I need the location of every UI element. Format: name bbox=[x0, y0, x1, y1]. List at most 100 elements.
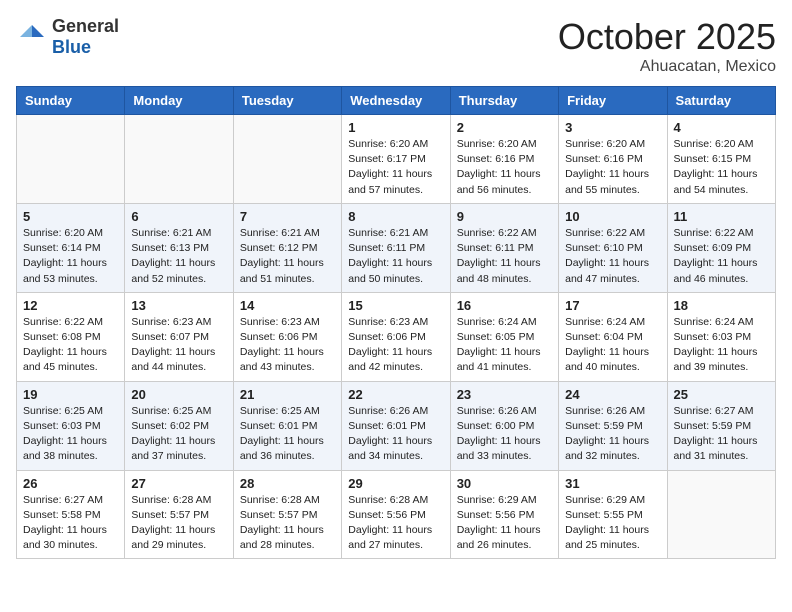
location-subtitle: Ahuacatan, Mexico bbox=[558, 58, 776, 76]
calendar-table: SundayMondayTuesdayWednesdayThursdayFrid… bbox=[16, 86, 776, 559]
day-number: 13 bbox=[131, 298, 226, 313]
calendar-day-cell bbox=[125, 115, 233, 204]
calendar-day-cell: 31Sunrise: 6:29 AMSunset: 5:55 PMDayligh… bbox=[559, 470, 667, 559]
day-number: 10 bbox=[565, 209, 660, 224]
calendar-day-cell: 8 Sunrise: 6:21 AMSunset: 6:11 PMDaylight… bbox=[342, 203, 450, 292]
col-header-friday: Friday bbox=[559, 87, 667, 115]
calendar-day-cell: 5Sunrise: 6:20 AMSunset: 6:14 PMDaylight… bbox=[17, 203, 125, 292]
day-info: Sunrise: 6:29 AMSunset: 5:56 PMDaylight:… bbox=[457, 493, 552, 554]
calendar-day-cell: 25 Sunrise: 6:27 AMSunset: 5:59 PMDayligh… bbox=[667, 381, 775, 470]
calendar-day-cell: 16Sunrise: 6:24 AMSunset: 6:05 PMDayligh… bbox=[450, 292, 558, 381]
logo-text: General Blue bbox=[52, 16, 119, 58]
calendar-week-row: 26 Sunrise: 6:27 AMSunset: 5:58 PMDayligh… bbox=[17, 470, 776, 559]
day-info: Sunrise: 6:24 AMSunset: 6:05 PMDaylight:… bbox=[457, 315, 552, 376]
col-header-monday: Monday bbox=[125, 87, 233, 115]
day-info: Sunrise: 6:20 AMSunset: 6:16 PMDaylight:… bbox=[457, 137, 552, 198]
day-number: 8 bbox=[348, 209, 443, 224]
day-info: Sunrise: 6:23 AMSunset: 6:06 PMDaylight:… bbox=[240, 315, 335, 376]
calendar-day-cell: 10 Sunrise: 6:22 AMSunset: 6:10 PMDayligh… bbox=[559, 203, 667, 292]
day-info: Sunrise: 6:27 AMSunset: 5:58 PMDaylight:… bbox=[23, 493, 118, 554]
col-header-sunday: Sunday bbox=[17, 87, 125, 115]
day-info: Sunrise: 6:24 AMSunset: 6:04 PMDaylight:… bbox=[565, 315, 660, 376]
calendar-day-cell: 13 Sunrise: 6:23 AMSunset: 6:07 PMDayligh… bbox=[125, 292, 233, 381]
day-number: 4 bbox=[674, 120, 769, 135]
day-number: 22 bbox=[348, 387, 443, 402]
day-info: Sunrise: 6:22 AMSunset: 6:08 PMDaylight:… bbox=[23, 315, 118, 376]
calendar-day-cell: 27Sunrise: 6:28 AMSunset: 5:57 PMDayligh… bbox=[125, 470, 233, 559]
calendar-week-row: 5Sunrise: 6:20 AMSunset: 6:14 PMDaylight… bbox=[17, 203, 776, 292]
day-info: Sunrise: 6:22 AMSunset: 6:09 PMDaylight:… bbox=[674, 226, 769, 287]
day-number: 3 bbox=[565, 120, 660, 135]
calendar-day-cell: 26 Sunrise: 6:27 AMSunset: 5:58 PMDayligh… bbox=[17, 470, 125, 559]
day-number: 25 bbox=[674, 387, 769, 402]
day-info: Sunrise: 6:26 AMSunset: 6:01 PMDaylight:… bbox=[348, 404, 443, 465]
day-number: 29 bbox=[348, 476, 443, 491]
calendar-day-cell: 18 Sunrise: 6:24 AMSunset: 6:03 PMDayligh… bbox=[667, 292, 775, 381]
logo: General Blue bbox=[16, 16, 119, 58]
day-info: Sunrise: 6:24 AMSunset: 6:03 PMDaylight:… bbox=[674, 315, 769, 376]
calendar-day-cell: 30 Sunrise: 6:29 AMSunset: 5:56 PMDayligh… bbox=[450, 470, 558, 559]
calendar-week-row: 12 Sunrise: 6:22 AMSunset: 6:08 PMDayligh… bbox=[17, 292, 776, 381]
day-info: Sunrise: 6:21 AMSunset: 6:12 PMDaylight:… bbox=[240, 226, 335, 287]
day-info: Sunrise: 6:28 AMSunset: 5:56 PMDaylight:… bbox=[348, 493, 443, 554]
day-number: 28 bbox=[240, 476, 335, 491]
calendar-day-cell: 22 Sunrise: 6:26 AMSunset: 6:01 PMDayligh… bbox=[342, 381, 450, 470]
day-number: 17 bbox=[565, 298, 660, 313]
day-number: 7 bbox=[240, 209, 335, 224]
day-info: Sunrise: 6:22 AMSunset: 6:10 PMDaylight:… bbox=[565, 226, 660, 287]
day-number: 19 bbox=[23, 387, 118, 402]
logo-icon bbox=[16, 21, 48, 53]
day-info: Sunrise: 6:20 AMSunset: 6:15 PMDaylight:… bbox=[674, 137, 769, 198]
calendar-day-cell: 28 Sunrise: 6:28 AMSunset: 5:57 PMDayligh… bbox=[233, 470, 341, 559]
calendar-day-cell: 2 Sunrise: 6:20 AMSunset: 6:16 PMDaylight… bbox=[450, 115, 558, 204]
day-info: Sunrise: 6:28 AMSunset: 5:57 PMDaylight:… bbox=[240, 493, 335, 554]
day-info: Sunrise: 6:21 AMSunset: 6:13 PMDaylight:… bbox=[131, 226, 226, 287]
day-number: 30 bbox=[457, 476, 552, 491]
day-info: Sunrise: 6:25 AMSunset: 6:02 PMDaylight:… bbox=[131, 404, 226, 465]
day-number: 14 bbox=[240, 298, 335, 313]
day-number: 27 bbox=[131, 476, 226, 491]
day-info: Sunrise: 6:25 AMSunset: 6:03 PMDaylight:… bbox=[23, 404, 118, 465]
day-number: 24 bbox=[565, 387, 660, 402]
day-info: Sunrise: 6:23 AMSunset: 6:07 PMDaylight:… bbox=[131, 315, 226, 376]
calendar-day-cell: 20 Sunrise: 6:25 AMSunset: 6:02 PMDayligh… bbox=[125, 381, 233, 470]
day-number: 1 bbox=[348, 120, 443, 135]
day-number: 26 bbox=[23, 476, 118, 491]
calendar-day-cell: 17 Sunrise: 6:24 AMSunset: 6:04 PMDayligh… bbox=[559, 292, 667, 381]
day-info: Sunrise: 6:26 AMSunset: 6:00 PMDaylight:… bbox=[457, 404, 552, 465]
calendar-day-cell: 9Sunrise: 6:22 AMSunset: 6:11 PMDaylight… bbox=[450, 203, 558, 292]
calendar-day-cell: 15Sunrise: 6:23 AMSunset: 6:06 PMDayligh… bbox=[342, 292, 450, 381]
calendar-day-cell: 14 Sunrise: 6:23 AMSunset: 6:06 PMDayligh… bbox=[233, 292, 341, 381]
calendar-day-cell: 12 Sunrise: 6:22 AMSunset: 6:08 PMDayligh… bbox=[17, 292, 125, 381]
title-block: October 2025 Ahuacatan, Mexico bbox=[558, 16, 776, 76]
day-number: 11 bbox=[674, 209, 769, 224]
day-number: 20 bbox=[131, 387, 226, 402]
day-info: Sunrise: 6:20 AMSunset: 6:16 PMDaylight:… bbox=[565, 137, 660, 198]
calendar-week-row: 1 Sunrise: 6:20 AMSunset: 6:17 PMDaylight… bbox=[17, 115, 776, 204]
calendar-day-cell: 1 Sunrise: 6:20 AMSunset: 6:17 PMDaylight… bbox=[342, 115, 450, 204]
day-number: 15 bbox=[348, 298, 443, 313]
calendar-day-cell: 3 Sunrise: 6:20 AMSunset: 6:16 PMDaylight… bbox=[559, 115, 667, 204]
calendar-day-cell: 21Sunrise: 6:25 AMSunset: 6:01 PMDayligh… bbox=[233, 381, 341, 470]
day-info: Sunrise: 6:21 AMSunset: 6:11 PMDaylight:… bbox=[348, 226, 443, 287]
day-info: Sunrise: 6:29 AMSunset: 5:55 PMDaylight:… bbox=[565, 493, 660, 554]
day-number: 12 bbox=[23, 298, 118, 313]
day-number: 5 bbox=[23, 209, 118, 224]
calendar-day-cell: 19 Sunrise: 6:25 AMSunset: 6:03 PMDayligh… bbox=[17, 381, 125, 470]
calendar-day-cell bbox=[17, 115, 125, 204]
day-number: 6 bbox=[131, 209, 226, 224]
calendar-day-cell: 11 Sunrise: 6:22 AMSunset: 6:09 PMDayligh… bbox=[667, 203, 775, 292]
calendar-day-cell bbox=[667, 470, 775, 559]
page-header: General Blue October 2025 Ahuacatan, Mex… bbox=[16, 16, 776, 76]
day-number: 9 bbox=[457, 209, 552, 224]
day-number: 18 bbox=[674, 298, 769, 313]
calendar-header-row: SundayMondayTuesdayWednesdayThursdayFrid… bbox=[17, 87, 776, 115]
day-number: 2 bbox=[457, 120, 552, 135]
calendar-day-cell: 6 Sunrise: 6:21 AMSunset: 6:13 PMDaylight… bbox=[125, 203, 233, 292]
calendar-day-cell: 4 Sunrise: 6:20 AMSunset: 6:15 PMDaylight… bbox=[667, 115, 775, 204]
day-info: Sunrise: 6:27 AMSunset: 5:59 PMDaylight:… bbox=[674, 404, 769, 465]
calendar-day-cell bbox=[233, 115, 341, 204]
day-number: 21 bbox=[240, 387, 335, 402]
day-info: Sunrise: 6:20 AMSunset: 6:17 PMDaylight:… bbox=[348, 137, 443, 198]
calendar-day-cell: 23Sunrise: 6:26 AMSunset: 6:00 PMDayligh… bbox=[450, 381, 558, 470]
